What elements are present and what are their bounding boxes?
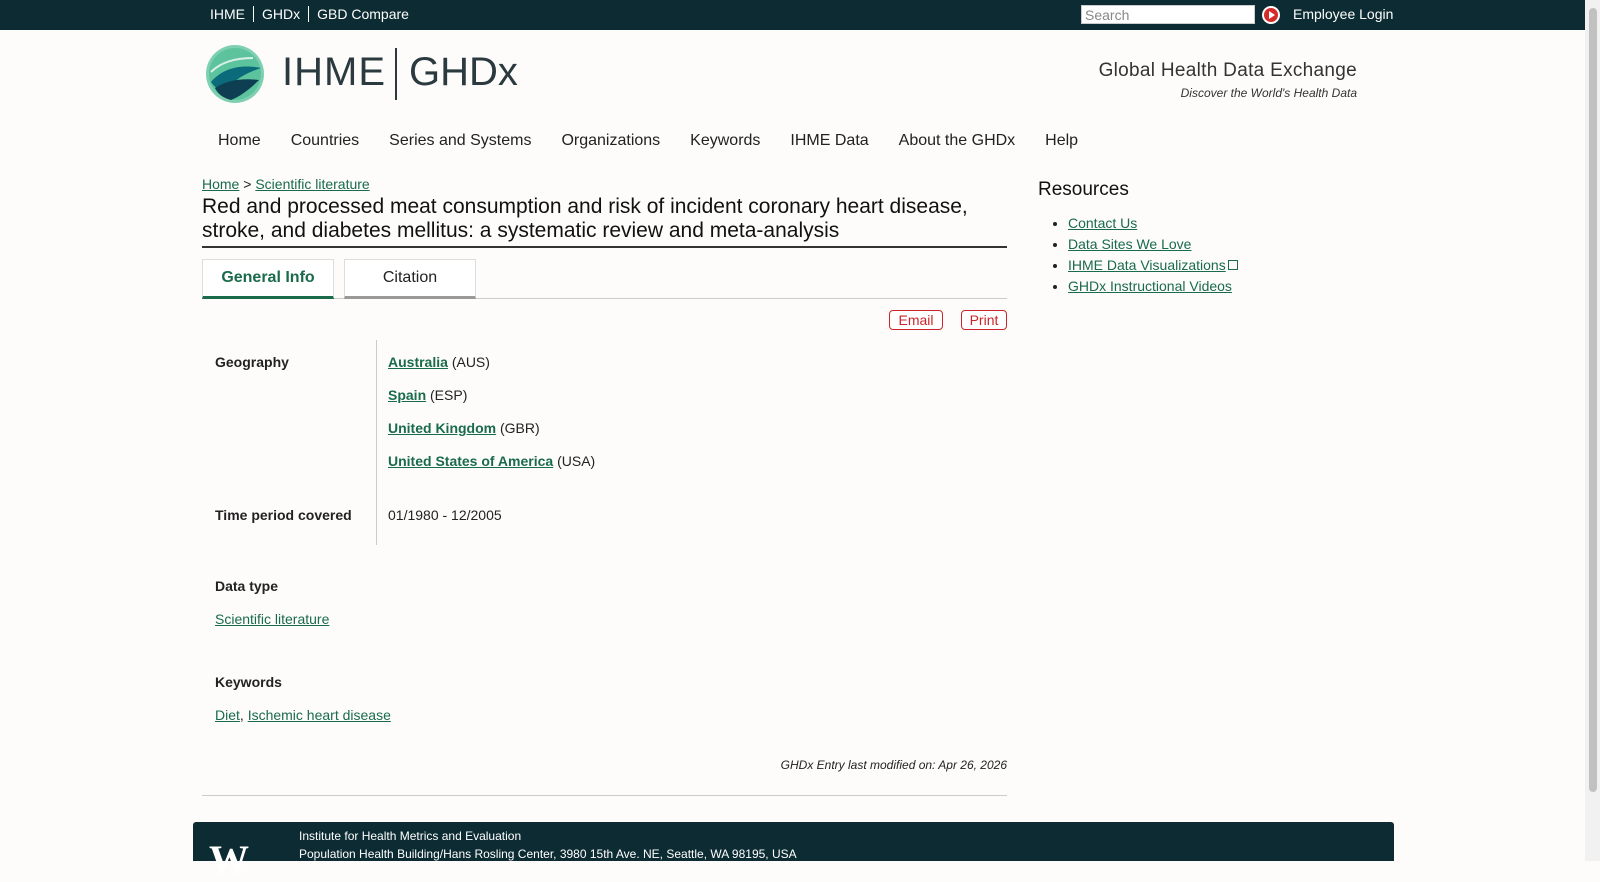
tagline-subtitle: Discover the World's Health Data xyxy=(1180,86,1357,100)
footer-address: Population Health Building/Hans Rosling … xyxy=(299,847,797,861)
ihme-logo-icon[interactable] xyxy=(205,44,265,104)
nav-item-organizations[interactable]: Organizations xyxy=(546,132,675,150)
list-item: GHDx Instructional Videos xyxy=(1068,276,1238,297)
breadcrumb: Home > Scientific literature xyxy=(202,176,370,192)
resources-list: Contact Us Data Sites We Love IHME Data … xyxy=(1038,213,1238,297)
breadcrumb-separator: > xyxy=(243,176,252,192)
top-link-ihme[interactable]: IHME xyxy=(203,6,254,22)
geography-code: (GBR) xyxy=(500,420,540,436)
nav-item-keywords[interactable]: Keywords xyxy=(675,132,775,150)
logo-divider xyxy=(395,48,397,100)
top-bar: IHME GHDx GBD Compare Employee Login xyxy=(0,0,1585,30)
resource-link-data-sites-we-love[interactable]: Data Sites We Love xyxy=(1068,236,1191,252)
geography-item: United States of America (USA) xyxy=(388,453,595,469)
list-item: IHME Data Visualizations xyxy=(1068,255,1238,276)
resource-link-ihme-data-visualizations[interactable]: IHME Data Visualizations xyxy=(1068,257,1226,273)
resource-link-ghdx-instructional-videos[interactable]: GHDx Instructional Videos xyxy=(1068,278,1232,294)
info-column-divider xyxy=(376,340,377,545)
logo-ghdx-text[interactable]: GHDx xyxy=(409,50,518,95)
top-link-ghdx[interactable]: GHDx xyxy=(254,6,310,22)
tab-general-info[interactable]: General Info xyxy=(202,259,334,299)
scrollbar-thumb[interactable] xyxy=(1589,8,1597,792)
data-type-label: Data type xyxy=(215,578,279,594)
geography-link-united-states[interactable]: United States of America xyxy=(388,453,553,469)
last-modified-note: GHDx Entry last modified on: Apr 26, 202… xyxy=(780,758,1007,772)
print-button[interactable]: Print xyxy=(961,310,1007,330)
data-type-link-scientific-literature[interactable]: Scientific literature xyxy=(215,611,329,627)
geography-code: (USA) xyxy=(557,453,596,469)
email-button[interactable]: Email xyxy=(889,310,943,330)
nav-item-home[interactable]: Home xyxy=(203,132,276,150)
search-input[interactable] xyxy=(1081,5,1255,24)
tab-citation[interactable]: Citation xyxy=(344,259,476,299)
main-nav: Home Countries Series and Systems Organi… xyxy=(203,132,1093,150)
geography-item: Australia (AUS) xyxy=(388,354,490,370)
top-link-gbd-compare[interactable]: GBD Compare xyxy=(309,6,417,22)
geography-link-united-kingdom[interactable]: United Kingdom xyxy=(388,420,496,436)
keyword-link-ischemic-heart-disease[interactable]: Ischemic heart disease xyxy=(248,707,391,723)
list-item: Contact Us xyxy=(1068,213,1238,234)
footer-org-name: Institute for Health Metrics and Evaluat… xyxy=(299,829,522,843)
keywords-value: Diet, Ischemic heart disease xyxy=(215,707,391,723)
nav-item-about-the-ghdx[interactable]: About the GHDx xyxy=(884,132,1031,150)
geography-code: (AUS) xyxy=(451,354,490,370)
keyword-link-diet[interactable]: Diet xyxy=(215,707,240,723)
time-period-value: 01/1980 - 12/2005 xyxy=(388,507,502,523)
site-tagline: Global Health Data Exchange Discover the… xyxy=(1099,60,1357,100)
geography-code: (ESP) xyxy=(430,387,468,403)
logo-ihme-text[interactable]: IHME xyxy=(282,50,386,95)
geography-link-spain[interactable]: Spain xyxy=(388,387,426,403)
employee-login-link[interactable]: Employee Login xyxy=(1293,6,1393,22)
footer: W Institute for Health Metrics and Evalu… xyxy=(193,822,1394,880)
top-links: IHME GHDx GBD Compare xyxy=(203,6,417,22)
external-link-icon xyxy=(1227,260,1238,270)
content-bottom-rule xyxy=(202,795,1007,796)
nav-item-help[interactable]: Help xyxy=(1030,132,1093,150)
nav-item-ihme-data[interactable]: IHME Data xyxy=(775,132,883,150)
time-period-label: Time period covered xyxy=(215,507,352,523)
nav-item-series-and-systems[interactable]: Series and Systems xyxy=(374,132,546,150)
page-title: Red and processed meat consumption and r… xyxy=(202,195,1007,248)
uw-logo-icon[interactable]: W xyxy=(209,840,249,880)
data-type-value: Scientific literature xyxy=(215,611,329,627)
resources-title: Resources xyxy=(1038,179,1129,200)
keyword-separator: , xyxy=(239,707,248,723)
list-item: Data Sites We Love xyxy=(1068,234,1238,255)
breadcrumb-home-link[interactable]: Home xyxy=(202,176,239,192)
breadcrumb-scientific-literature-link[interactable]: Scientific literature xyxy=(255,176,369,192)
geography-link-australia[interactable]: Australia xyxy=(388,354,448,370)
keywords-label: Keywords xyxy=(215,674,282,690)
geography-label: Geography xyxy=(215,354,289,370)
resource-link-contact-us[interactable]: Contact Us xyxy=(1068,215,1137,231)
tagline-title: Global Health Data Exchange xyxy=(1098,60,1357,81)
geography-item: United Kingdom (GBR) xyxy=(388,420,540,436)
geography-item: Spain (ESP) xyxy=(388,387,467,403)
nav-item-countries[interactable]: Countries xyxy=(276,132,374,150)
search-submit-icon[interactable] xyxy=(1262,6,1280,24)
